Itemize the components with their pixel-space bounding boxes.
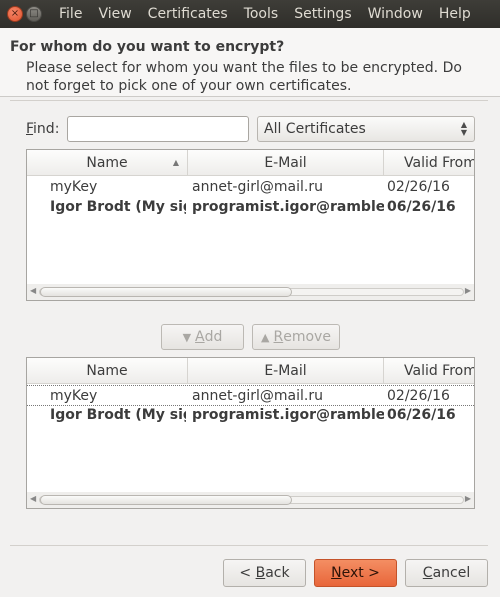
cert-valid-from: 06/26/16: [387, 407, 456, 423]
cert-email: programist.igor@rambler.ru: [192, 199, 384, 215]
column-header-valid-from[interactable]: Valid From: [384, 150, 474, 176]
cert-name: myKey: [50, 388, 98, 404]
scroll-left-icon[interactable]: ◀: [30, 494, 36, 503]
cert-email: programist.igor@rambler.ru: [192, 407, 384, 423]
menu-settings[interactable]: Settings: [286, 6, 359, 22]
remove-button[interactable]: ▲ Remove: [252, 324, 340, 350]
column-header-name[interactable]: Name: [27, 358, 188, 384]
column-header-valid-from[interactable]: Valid From: [384, 358, 474, 384]
scroll-right-icon[interactable]: ▶: [465, 494, 471, 503]
maximize-icon: □: [29, 8, 39, 19]
cert-valid-from: 02/26/16: [387, 388, 450, 404]
table-row[interactable]: myKey annet-girl@mail.ru 02/26/16: [27, 177, 474, 198]
arrow-down-icon: ▼: [182, 330, 192, 344]
header-divider: [0, 96, 500, 97]
table-row[interactable]: Igor Brodt (My sign) programist.igor@ram…: [27, 197, 474, 218]
menu-tools[interactable]: Tools: [236, 6, 287, 22]
column-header-email[interactable]: E-Mail: [188, 358, 384, 384]
wizard-header: For whom do you want to encrypt? Please …: [0, 28, 500, 96]
cert-email: annet-girl@mail.ru: [192, 179, 323, 195]
close-icon: ×: [10, 8, 20, 19]
cert-valid-from: 06/26/16: [387, 199, 456, 215]
selected-certificates-list[interactable]: Name E-Mail Valid From myKey annet-girl@…: [26, 357, 475, 509]
table-header: Name ▲ E-Mail Valid From: [27, 150, 474, 176]
window-maximize-button[interactable]: □: [26, 6, 42, 22]
arrow-up-icon: ▲: [261, 330, 270, 344]
table-row[interactable]: myKey annet-girl@mail.ru 02/26/16: [27, 385, 474, 406]
cancel-button[interactable]: Cancel: [405, 559, 488, 587]
table-row[interactable]: Igor Brodt (My sign) programist.igor@ram…: [27, 405, 474, 426]
find-input[interactable]: [67, 116, 249, 142]
column-header-email[interactable]: E-Mail: [188, 150, 384, 176]
footer-divider: [10, 545, 488, 546]
find-label: Find:: [26, 121, 60, 137]
cert-name: Igor Brodt (My sign): [50, 407, 186, 423]
menu-bar: × □ File View Certificates Tools Setting…: [0, 0, 500, 28]
scroll-thumb[interactable]: [40, 287, 292, 297]
menu-list: File View Certificates Tools Settings Wi…: [52, 0, 479, 28]
window-close-button[interactable]: ×: [7, 6, 23, 22]
scroll-right-icon[interactable]: ▶: [465, 286, 471, 295]
page-title: For whom do you want to encrypt?: [10, 39, 285, 55]
spinner-arrows-icon: ▲ ▼: [460, 120, 467, 137]
horizontal-scrollbar[interactable]: ◀ ▶: [27, 284, 474, 300]
horizontal-scrollbar[interactable]: ◀ ▶: [27, 492, 474, 508]
menu-view[interactable]: View: [90, 6, 139, 22]
cert-name: Igor Brodt (My sign): [50, 199, 186, 215]
certificate-filter-select[interactable]: All Certificates ▲ ▼: [257, 116, 475, 142]
back-button[interactable]: < Back: [223, 559, 306, 587]
menu-certificates[interactable]: Certificates: [140, 6, 236, 22]
certificate-filter-value: All Certificates: [264, 121, 366, 137]
cert-email: annet-girl@mail.ru: [192, 388, 323, 404]
menu-help[interactable]: Help: [431, 6, 479, 22]
section-divider: [10, 100, 488, 101]
scroll-left-icon[interactable]: ◀: [30, 286, 36, 295]
cert-name: myKey: [50, 179, 98, 195]
next-button[interactable]: Next >: [314, 559, 397, 587]
available-certificates-list[interactable]: Name ▲ E-Mail Valid From myKey annet-girl…: [26, 149, 475, 301]
page-subtitle: Please select for whom you want the file…: [26, 60, 462, 94]
menu-window[interactable]: Window: [360, 6, 431, 22]
table-header: Name E-Mail Valid From: [27, 358, 474, 384]
menu-file[interactable]: File: [52, 6, 90, 22]
sort-ascending-icon: ▲: [172, 158, 179, 167]
cert-valid-from: 02/26/16: [387, 179, 450, 195]
add-button[interactable]: ▼ Add: [161, 324, 244, 350]
scroll-thumb[interactable]: [40, 495, 292, 505]
column-header-name[interactable]: Name ▲: [27, 150, 188, 176]
